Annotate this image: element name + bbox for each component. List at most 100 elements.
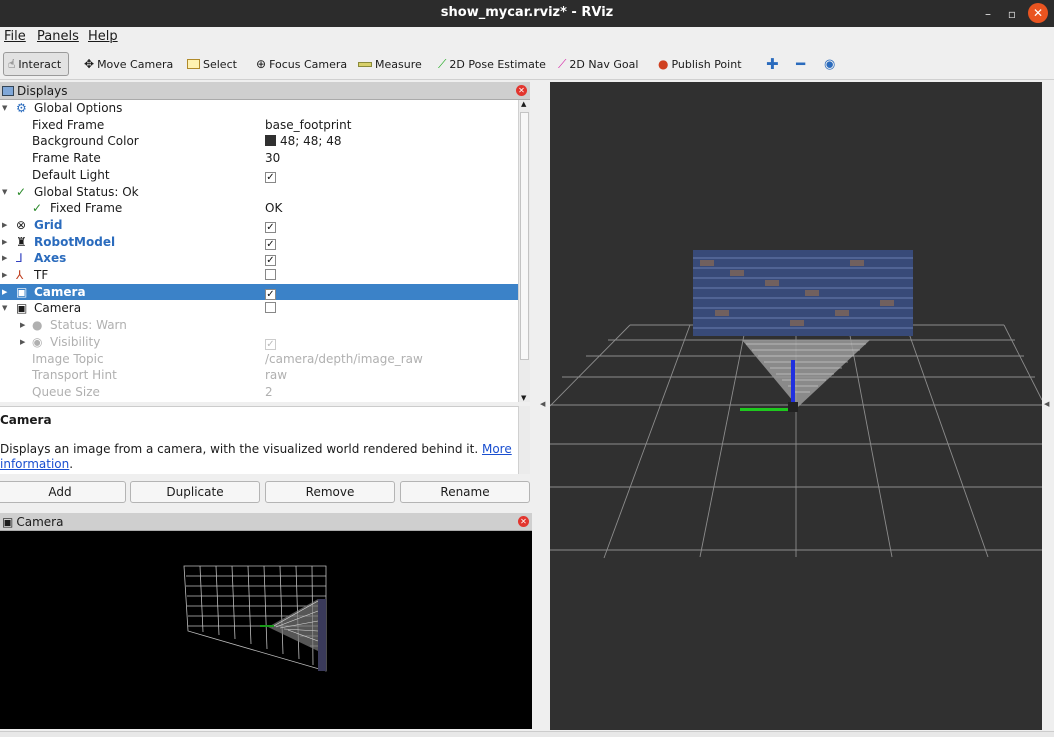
publish-point-label: Publish Point xyxy=(671,57,742,71)
collapse-arrow-icon[interactable]: ▶ xyxy=(2,284,7,301)
check-icon: ✓ xyxy=(265,171,276,183)
collapse-arrow-icon[interactable]: ▶ xyxy=(2,234,7,251)
fixed-frame-label: Fixed Frame xyxy=(32,117,105,132)
more-info-link-2[interactable]: information xyxy=(0,457,69,471)
collapse-arrow-icon[interactable]: ▶ xyxy=(20,334,25,351)
nav-goal-label: 2D Nav Goal xyxy=(569,57,639,71)
tf-label: TF xyxy=(34,268,49,282)
eye-icon: ◉ xyxy=(32,334,43,349)
collapse-arrow-icon[interactable]: ▶ xyxy=(2,217,7,234)
tree-row-default-light[interactable]: Default Light ✓ xyxy=(0,167,518,184)
tree-row-fixed-frame[interactable]: Fixed Frame base_footprint xyxy=(0,117,518,134)
nav-goal-tool[interactable]: ⟋ 2D Nav Goal xyxy=(554,52,642,76)
menu-help[interactable]: Help xyxy=(88,29,118,44)
visibility-label: Visibility xyxy=(50,334,101,349)
tree-row-tf[interactable]: ▶ ⅄ TF xyxy=(0,267,518,284)
axes-label: Axes xyxy=(34,251,67,266)
pose-estimate-label: 2D Pose Estimate xyxy=(449,57,546,71)
image-topic-value[interactable]: /camera/depth/image_raw xyxy=(265,351,423,368)
camera-selected-label: Camera xyxy=(34,284,86,299)
collapse-arrow-icon[interactable]: ▶ xyxy=(20,317,25,334)
transport-hint-value[interactable]: raw xyxy=(265,367,287,384)
tree-row-transport-hint[interactable]: Transport Hint raw xyxy=(0,367,518,384)
eye-icon[interactable]: ◉ xyxy=(820,52,839,76)
tree-row-frame-rate[interactable]: Frame Rate 30 xyxy=(0,150,518,167)
rename-button[interactable]: Rename xyxy=(400,481,530,503)
transport-hint-label: Transport Hint xyxy=(32,368,117,383)
tree-row-status-warn[interactable]: ▶ ● Status: Warn xyxy=(0,317,518,334)
scene-render xyxy=(549,250,1043,559)
grid-icon: ⊗ xyxy=(16,217,27,232)
tree-row-robot-model[interactable]: ▶ ♜ RobotModel ✓ xyxy=(0,234,518,251)
tree-row-axes[interactable]: ▶ ⅃ Axes ✓ xyxy=(0,250,518,267)
expand-arrow-icon[interactable]: ▼ xyxy=(2,100,7,117)
default-light-checkbox[interactable]: ✓ xyxy=(265,167,276,184)
tree-row-visibility[interactable]: ▶ ◉ Visibility ✓ xyxy=(0,334,518,351)
unchecked-box-icon xyxy=(265,302,276,314)
tree-row-global-options[interactable]: ▼ ⚙ Global Options xyxy=(0,100,518,117)
maximize-button[interactable]: ▫ xyxy=(1002,4,1022,24)
robot-model-checkbox[interactable]: ✓ xyxy=(265,234,276,251)
close-button[interactable]: ✕ xyxy=(1028,3,1048,23)
check-icon: ✓ xyxy=(265,338,276,350)
pose-estimate-tool[interactable]: ⟋ 2D Pose Estimate xyxy=(434,52,550,76)
tree-row-background-color[interactable]: Background Color 48; 48; 48 xyxy=(0,133,518,150)
select-tool[interactable]: Select xyxy=(183,52,241,76)
tree-scrollbar[interactable]: ▲ ▼ xyxy=(518,100,530,402)
select-label: Select xyxy=(203,57,237,71)
tree-row-status-fixed-frame[interactable]: ✓ Fixed Frame OK xyxy=(0,200,518,217)
expand-arrow-icon[interactable]: ▼ xyxy=(2,184,7,201)
scroll-down-icon[interactable]: ▼ xyxy=(521,394,526,402)
remove-tool-icon[interactable]: ━ xyxy=(792,52,809,76)
focus-camera-tool[interactable]: ⊕ Focus Camera xyxy=(252,52,351,76)
scroll-up-icon[interactable]: ▲ xyxy=(521,100,526,108)
tree-row-image-topic[interactable]: Image Topic /camera/depth/image_raw xyxy=(0,351,518,368)
tree-row-global-status[interactable]: ▼ ✓ Global Status: Ok xyxy=(0,184,518,201)
fixed-frame-value[interactable]: base_footprint xyxy=(265,117,351,134)
camera-image-view[interactable] xyxy=(0,531,532,729)
camera-render xyxy=(183,565,327,672)
more-info-link[interactable]: More xyxy=(482,442,512,456)
splitter-right-icon[interactable]: ◀ xyxy=(1044,400,1049,408)
map-pin-icon: ● xyxy=(658,57,669,71)
close-panel-icon[interactable]: ✕ xyxy=(518,516,529,527)
duplicate-button[interactable]: Duplicate xyxy=(130,481,260,503)
status-bar xyxy=(0,731,1054,737)
interact-tool[interactable]: ☝ Interact xyxy=(3,52,69,76)
axes-checkbox[interactable]: ✓ xyxy=(265,250,276,267)
minimize-button[interactable]: – xyxy=(978,4,998,24)
ruler-icon xyxy=(358,61,372,67)
focus-icon: ⊕ xyxy=(256,57,267,71)
menu-bar: File Panels Help xyxy=(0,27,1054,47)
menu-file[interactable]: File xyxy=(4,29,26,44)
menu-panels[interactable]: Panels xyxy=(37,29,79,44)
scroll-thumb[interactable] xyxy=(520,112,529,360)
add-tool-icon[interactable]: ✚ xyxy=(762,52,783,76)
add-button[interactable]: Add xyxy=(0,481,126,503)
gear-icon: ⚙ xyxy=(16,101,27,115)
collapse-arrow-icon[interactable]: ▶ xyxy=(2,250,7,267)
camera-checkbox[interactable] xyxy=(265,300,276,317)
tree-row-camera[interactable]: ▼ ▣ Camera xyxy=(0,300,518,317)
background-color-value[interactable]: 48; 48; 48 xyxy=(265,133,342,150)
render-3d-view[interactable] xyxy=(549,82,1043,730)
move-camera-tool[interactable]: ✥ Move Camera xyxy=(80,52,177,76)
publish-point-tool[interactable]: ● Publish Point xyxy=(654,52,746,76)
tree-row-grid[interactable]: ▶ ⊗ Grid ✓ xyxy=(0,217,518,234)
close-panel-icon[interactable]: ✕ xyxy=(516,85,527,96)
measure-tool[interactable]: Measure xyxy=(354,52,426,76)
splitter-left-icon[interactable]: ◀ xyxy=(540,400,545,408)
collapse-arrow-icon[interactable]: ▶ xyxy=(2,267,7,284)
expand-arrow-icon[interactable]: ▼ xyxy=(2,300,7,317)
interact-label: Interact xyxy=(18,57,62,71)
remove-button[interactable]: Remove xyxy=(265,481,395,503)
tf-checkbox[interactable] xyxy=(265,267,276,284)
tree-row-queue-size[interactable]: Queue Size 2 xyxy=(0,384,518,401)
visibility-checkbox[interactable]: ✓ xyxy=(265,334,276,351)
frame-rate-value[interactable]: 30 xyxy=(265,150,280,167)
camera-selected-checkbox[interactable]: ✓ xyxy=(265,284,276,301)
grid-checkbox[interactable]: ✓ xyxy=(265,217,276,234)
description-scrollbar[interactable] xyxy=(518,406,530,474)
queue-size-value[interactable]: 2 xyxy=(265,384,273,401)
tree-row-camera-selected[interactable]: ▶ ▣ Camera ✓ xyxy=(0,283,518,301)
